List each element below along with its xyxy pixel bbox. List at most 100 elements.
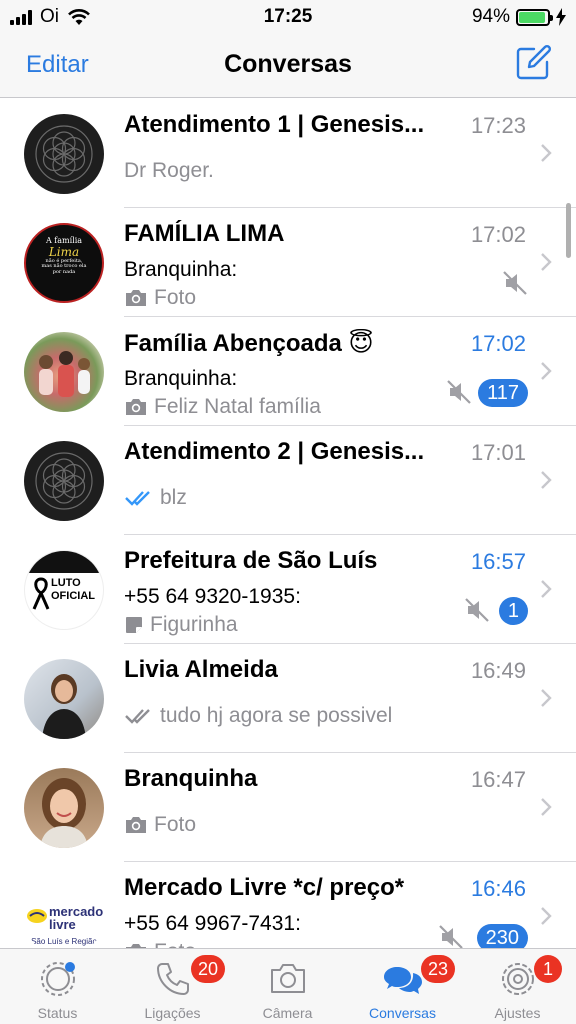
tab-label: Status bbox=[37, 1005, 78, 1021]
status-bar: Oi 17:25 94% bbox=[0, 0, 576, 34]
muted-speaker-icon bbox=[465, 598, 489, 622]
chat-preview: Foto bbox=[124, 286, 196, 310]
tab-label: Câmera bbox=[262, 1005, 313, 1021]
avatar-text: Lima bbox=[48, 244, 80, 259]
tab-chats[interactable]: 23 Conversas bbox=[345, 949, 460, 1024]
chat-sender: +55 64 9320-1935: bbox=[124, 585, 301, 608]
tab-settings[interactable]: 1 Ajustes bbox=[460, 949, 575, 1024]
chat-time: 17:02 bbox=[470, 331, 526, 356]
chat-preview: Dr Roger. bbox=[124, 159, 214, 183]
battery-icon bbox=[516, 8, 553, 26]
scroll-indicator[interactable] bbox=[566, 203, 571, 258]
chevron-right-icon bbox=[541, 253, 552, 271]
double-check-blue-icon bbox=[125, 491, 150, 506]
avatar bbox=[24, 659, 104, 739]
unread-badge: 230 bbox=[476, 924, 528, 948]
chat-name: Prefeitura de São Luís bbox=[124, 547, 378, 574]
avatar bbox=[24, 441, 104, 521]
avatar bbox=[24, 114, 104, 194]
chat-name: FAMÍLIA LIMA bbox=[124, 220, 285, 247]
profile-photo bbox=[40, 778, 88, 848]
chat-preview-text: Foto bbox=[154, 813, 197, 836]
avatar: LUTO OFICIAL bbox=[24, 550, 104, 630]
chat-row[interactable]: Atendimento 2 | Genesis... 17:01 blz bbox=[0, 426, 576, 535]
avatar: mercado livre São Luís e Região bbox=[24, 877, 104, 948]
chevron-right-icon bbox=[541, 907, 552, 925]
chevron-right-icon bbox=[541, 362, 552, 380]
chevron-right-icon bbox=[541, 689, 552, 707]
chat-name: Mercado Livre *c/ preço* bbox=[124, 874, 405, 901]
chat-sender: Branquinha: bbox=[124, 367, 238, 390]
flower-of-life-logo bbox=[35, 452, 93, 510]
chat-time: 17:23 bbox=[470, 113, 526, 138]
muted-speaker-icon bbox=[503, 271, 527, 295]
chat-time: 17:01 bbox=[470, 440, 526, 465]
tab-label: Ligações bbox=[144, 1005, 201, 1021]
chat-name: Atendimento 2 | Genesis... bbox=[124, 438, 425, 465]
unread-badge: 1 bbox=[498, 597, 528, 625]
chat-preview-text: Feliz Natal família bbox=[154, 395, 321, 418]
chat-row[interactable]: Família Abençoada 😇 17:02 Branquinha: Fe… bbox=[0, 317, 576, 426]
chat-name: Livia Almeida bbox=[124, 656, 278, 683]
chat-time: 16:57 bbox=[470, 549, 526, 574]
chat-time: 16:46 bbox=[470, 876, 526, 901]
chat-preview: Figurinha bbox=[124, 613, 238, 637]
chat-row[interactable]: mercado livre São Luís e Região Mercado … bbox=[0, 862, 576, 948]
chat-preview: Foto bbox=[124, 940, 196, 948]
battery-level bbox=[519, 11, 546, 23]
chat-preview-text: Figurinha bbox=[150, 613, 238, 636]
unread-badge: 117 bbox=[478, 379, 528, 407]
avatar bbox=[24, 768, 104, 848]
avatar-text: LUTO bbox=[51, 577, 81, 589]
double-check-gray-icon bbox=[125, 709, 150, 724]
family-photo bbox=[39, 351, 90, 397]
charging-bolt-icon bbox=[556, 8, 566, 26]
chat-preview: Foto bbox=[124, 813, 196, 837]
chat-preview-text: tudo hj agora se possivel bbox=[160, 704, 393, 727]
camera-icon bbox=[126, 290, 146, 306]
chat-name: Branquinha bbox=[124, 765, 258, 792]
chat-time: 17:02 bbox=[470, 222, 526, 247]
compose-icon[interactable] bbox=[514, 44, 552, 82]
chevron-right-icon bbox=[541, 580, 552, 598]
flower-of-life-logo bbox=[35, 125, 93, 183]
edit-button[interactable]: Editar bbox=[26, 51, 89, 79]
chat-bubbles-icon bbox=[383, 967, 422, 994]
chevron-right-icon bbox=[541, 798, 552, 816]
tab-bar: Status 20 Ligações Câmera 23 Conversas 1… bbox=[0, 948, 576, 1024]
handshake-icon bbox=[27, 909, 47, 923]
profile-photo bbox=[42, 674, 86, 739]
status-icon bbox=[40, 962, 75, 996]
chat-row[interactable]: Branquinha 16:47 Foto bbox=[0, 753, 576, 862]
camera-icon bbox=[126, 817, 146, 833]
tab-status[interactable]: Status bbox=[0, 949, 115, 1024]
nav-bar: Editar Conversas bbox=[0, 34, 576, 98]
gear-icon bbox=[501, 963, 534, 995]
tab-calls[interactable]: 20 Ligações bbox=[115, 949, 230, 1024]
chat-name: Família Abençoada 😇 bbox=[124, 330, 374, 357]
camera-icon bbox=[126, 399, 146, 415]
chevron-right-icon bbox=[541, 144, 552, 162]
camera-icon bbox=[270, 964, 305, 993]
notification-badge: 23 bbox=[421, 955, 456, 983]
muted-speaker-icon bbox=[447, 380, 471, 404]
status-right: 94% bbox=[472, 6, 566, 28]
avatar-text: por nada bbox=[52, 268, 76, 275]
sticker-icon bbox=[126, 617, 142, 633]
chat-sender: Branquinha: bbox=[124, 258, 238, 281]
chat-row[interactable]: Atendimento 1 | Genesis... 17:23 Dr Roge… bbox=[0, 99, 576, 208]
phone-icon bbox=[156, 963, 189, 995]
tab-label: Ajustes bbox=[494, 1005, 541, 1021]
chat-list[interactable]: Atendimento 1 | Genesis... 17:23 Dr Roge… bbox=[0, 99, 576, 948]
notification-badge: 20 bbox=[191, 955, 226, 983]
chat-row[interactable]: LUTO OFICIAL Prefeitura de São Luís 16:5… bbox=[0, 535, 576, 644]
avatar-text: OFICIAL bbox=[51, 589, 95, 602]
tab-camera[interactable]: Câmera bbox=[230, 949, 345, 1024]
chat-preview-text: Dr Roger. bbox=[124, 159, 214, 182]
chat-row[interactable]: Livia Almeida 16:49 tudo hj agora se pos… bbox=[0, 644, 576, 753]
chat-preview-text: blz bbox=[160, 486, 187, 509]
chat-preview-text: Foto bbox=[154, 286, 197, 309]
avatar bbox=[24, 332, 104, 412]
chat-row[interactable]: A família Lima não é perfeita, mas não t… bbox=[0, 208, 576, 317]
black-ribbon-icon bbox=[32, 577, 50, 610]
